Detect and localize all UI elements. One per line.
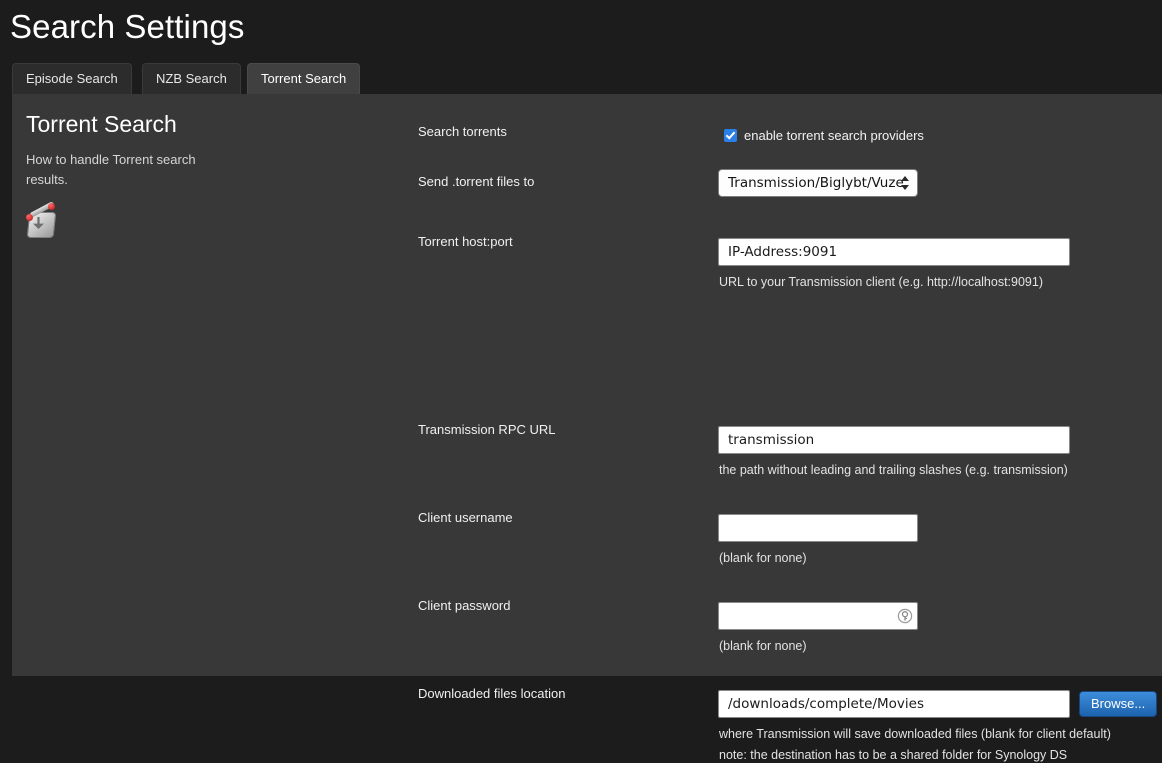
downloaded-files-location-input[interactable] bbox=[718, 690, 1070, 718]
tab-episode-search[interactable]: Episode Search bbox=[12, 63, 132, 94]
transmission-rpc-url-input[interactable] bbox=[718, 426, 1070, 454]
label-search-torrents: Search torrents bbox=[418, 124, 507, 139]
tab-nzb-search[interactable]: NZB Search bbox=[142, 63, 241, 94]
label-transmission-rpc-url: Transmission RPC URL bbox=[418, 422, 556, 437]
section-info: Torrent Search How to handle Torrent sea… bbox=[26, 110, 356, 238]
enable-torrent-search-providers-label: enable torrent search providers bbox=[744, 127, 924, 143]
help-torrent-host-port: URL to your Transmission client (e.g. ht… bbox=[719, 275, 1043, 289]
client-password-input[interactable] bbox=[718, 602, 918, 630]
tab-torrent-search[interactable]: Torrent Search bbox=[247, 63, 361, 94]
key-icon[interactable] bbox=[897, 608, 913, 624]
enable-torrent-search-providers-row[interactable]: enable torrent search providers bbox=[724, 126, 924, 144]
label-downloaded-files-location: Downloaded files location bbox=[418, 686, 566, 701]
section-description: How to handle Torrent search results. bbox=[26, 152, 196, 187]
torrent-host-port-input[interactable] bbox=[718, 238, 1070, 266]
settings-panel: Torrent Search How to handle Torrent sea… bbox=[12, 94, 1162, 762]
help-transmission-rpc-url: the path without leading and trailing sl… bbox=[719, 463, 1068, 477]
label-client-password: Client password bbox=[418, 598, 511, 613]
client-username-input[interactable] bbox=[718, 514, 918, 542]
help-client-password: (blank for none) bbox=[719, 639, 807, 653]
help-client-username: (blank for none) bbox=[719, 551, 807, 565]
enable-torrent-search-providers-checkbox[interactable] bbox=[724, 128, 737, 142]
tab-bar: Episode Search NZB Search Torrent Search bbox=[0, 63, 1162, 95]
settings-form: Search torrents enable torrent search pr… bbox=[418, 94, 1162, 762]
send-torrent-files-to-select[interactable]: Transmission/Biglybt/Vuze bbox=[718, 169, 918, 197]
help-downloaded-files-location: where Transmission will save downloaded … bbox=[719, 727, 1111, 741]
label-client-username: Client username bbox=[418, 510, 513, 525]
browse-button[interactable]: Browse... bbox=[1079, 691, 1158, 717]
search-settings-page: Search Settings Episode Search NZB Searc… bbox=[0, 0, 1162, 762]
label-send-torrent-files-to: Send .torrent files to bbox=[418, 174, 535, 189]
transmission-icon bbox=[26, 201, 62, 238]
send-torrent-files-to-value[interactable]: Transmission/Biglybt/Vuze bbox=[718, 169, 918, 197]
page-title: Search Settings bbox=[10, 8, 245, 45]
label-torrent-host-port: Torrent host:port bbox=[418, 234, 513, 249]
help2-downloaded-files-location: note: the destination has to be a shared… bbox=[719, 748, 1068, 762]
section-title: Torrent Search bbox=[26, 111, 177, 137]
